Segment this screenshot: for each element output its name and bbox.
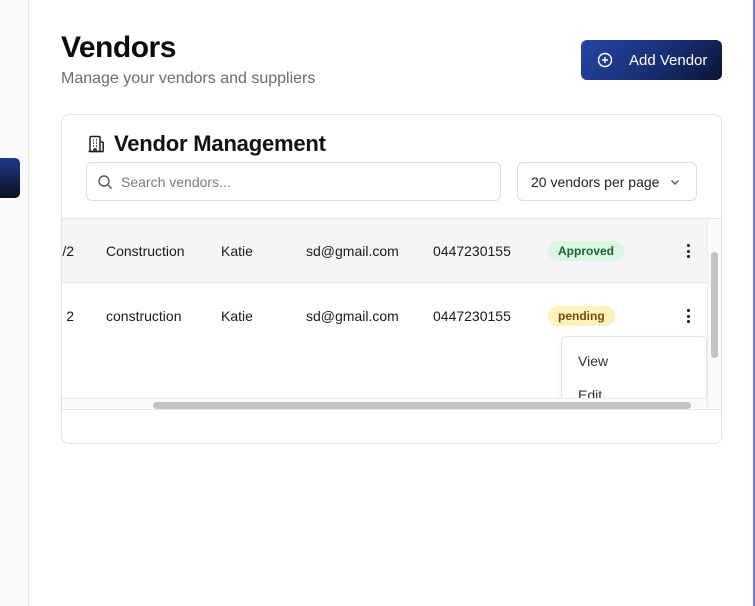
per-page-select[interactable]: 20 vendors per page [517, 162, 697, 201]
table-row[interactable]: /2 Construction Katie sd@gmail.com 04472… [62, 219, 707, 283]
page-title: Vendors [61, 31, 176, 64]
horizontal-scrollbar-thumb[interactable] [153, 402, 691, 409]
vertical-scrollbar-thumb[interactable] [711, 252, 718, 358]
status-cell: Approved [548, 219, 625, 283]
per-page-value: 20 vendors per page [531, 173, 660, 190]
card-header: Vendor Management [86, 131, 326, 157]
add-vendor-button[interactable]: Add Vendor [581, 40, 722, 80]
status-badge: Approved [548, 241, 625, 261]
search-box[interactable] [86, 162, 501, 201]
add-vendor-label: Add Vendor [629, 51, 708, 69]
row-actions-button[interactable] [680, 219, 696, 283]
vendor-type-cell: construction [106, 308, 182, 324]
vendor-contact-cell: Katie [221, 308, 253, 324]
vendor-phone-cell: 0447230155 [433, 243, 511, 259]
plus-circle-icon [597, 52, 613, 68]
vendor-id-cell: /2 [62, 243, 74, 259]
sidebar-collapsed [0, 0, 29, 606]
vendor-table: /2 Construction Katie sd@gmail.com 04472… [62, 218, 721, 410]
vendor-type-cell: Construction [106, 243, 185, 259]
search-input[interactable] [121, 173, 491, 190]
vendor-id-cell: 2 [66, 308, 74, 324]
building-icon [88, 135, 104, 153]
vendor-phone-cell: 0447230155 [433, 308, 511, 324]
card-title: Vendor Management [114, 131, 326, 156]
vendor-email-cell: sd@gmail.com [306, 243, 399, 259]
sidebar-toggle[interactable] [0, 158, 20, 198]
menu-item-view[interactable]: View [578, 353, 608, 369]
more-vertical-icon [680, 243, 696, 259]
vendor-contact-cell: Katie [221, 243, 253, 259]
page-subtitle: Manage your vendors and suppliers [61, 70, 316, 87]
more-vertical-icon [680, 308, 696, 324]
status-badge: pending [548, 306, 615, 326]
vendor-management-card: Vendor Management 20 vendors per page /2… [61, 114, 722, 444]
search-icon [98, 174, 112, 189]
vendor-email-cell: sd@gmail.com [306, 308, 399, 324]
chevron-down-icon [671, 179, 680, 185]
row-actions-menu: View Edit [561, 336, 707, 406]
